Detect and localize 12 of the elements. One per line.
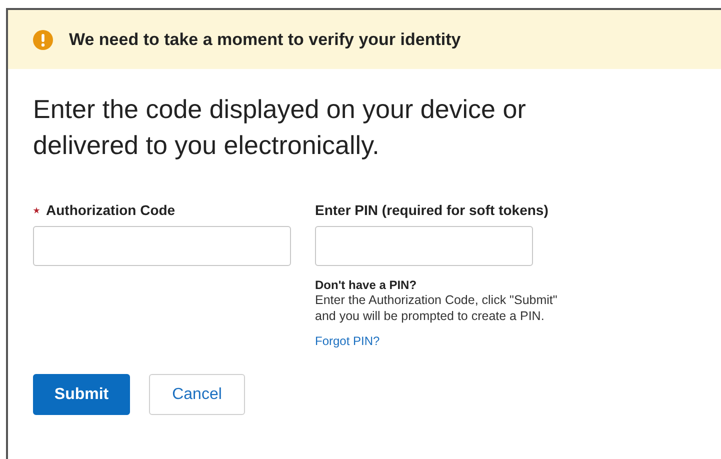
- alert-message: We need to take a moment to verify your identity: [69, 30, 461, 50]
- field-label: Authorization Code: [46, 202, 176, 218]
- page-heading: Enter the code displayed on your device or delivered to you electronically.: [33, 93, 527, 162]
- help-text: Enter the Authorization Code, click "Submit" and you will be prompted to create a PIN.: [315, 292, 558, 324]
- help-title: Don't have a PIN?: [315, 278, 418, 292]
- cancel-button[interactable]: Cancel: [149, 374, 245, 415]
- field-label: Enter PIN (required for soft tokens): [315, 202, 548, 218]
- submit-button[interactable]: Submit: [33, 374, 130, 415]
- input-field[interactable]: [315, 226, 533, 266]
- input-field[interactable]: [33, 226, 291, 266]
- warning-icon: [33, 30, 53, 50]
- forgot-pin-link[interactable]: Forgot PIN?: [315, 334, 380, 348]
